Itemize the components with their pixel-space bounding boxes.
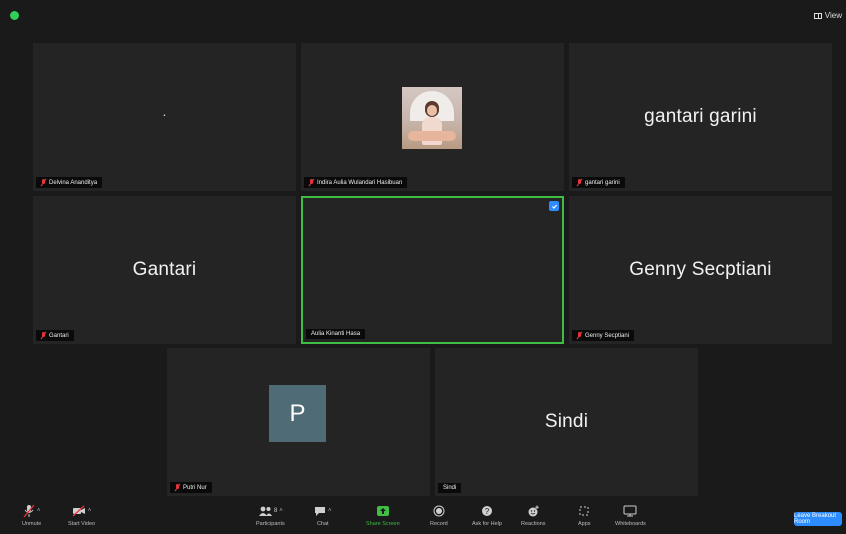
chat-icon	[315, 507, 325, 516]
profile-photo	[402, 87, 462, 149]
start-video-button[interactable]: ˄ Start Video	[68, 504, 95, 527]
participant-display-name: ·	[162, 105, 167, 122]
active-speaker-tile[interactable]: Aulia Kinanti Hasa	[301, 196, 564, 344]
view-button[interactable]: View	[813, 11, 842, 20]
participant-name-tag: Putri Nur	[170, 482, 212, 493]
participants-icon	[258, 506, 272, 516]
whiteboard-icon	[623, 505, 637, 517]
participant-name: Gantari	[49, 332, 69, 339]
record-button[interactable]: Record	[430, 504, 448, 527]
reactions-button[interactable]: Reactions	[521, 504, 545, 527]
participant-tile[interactable]: · Delvina Ananditya	[33, 43, 296, 191]
participant-display-name: Gantari	[132, 259, 197, 280]
participant-tile[interactable]: Indira Aulia Wulandari Hasibuan	[301, 43, 564, 191]
ask-for-help-label: Ask for Help	[472, 521, 502, 527]
microphone-icon	[23, 504, 35, 518]
participant-name-tag: Genny Secptiani	[572, 330, 635, 341]
participant-display-name: Sindi	[544, 411, 589, 432]
participant-name: Putri Nur	[183, 484, 207, 491]
help-icon: ?	[481, 506, 492, 516]
record-icon	[433, 505, 445, 517]
participant-name: Indira Aulia Wulandari Hasibuan	[317, 179, 403, 186]
view-label: View	[824, 11, 842, 20]
participant-name: Aulia Kinanti Hasa	[311, 331, 361, 337]
participant-name-tag: Aulia Kinanti Hasa	[306, 329, 366, 339]
apps-label: Apps	[578, 521, 591, 527]
participant-name: Sindi	[443, 485, 457, 491]
participant-tile[interactable]: Gantari Gantari	[33, 196, 296, 344]
participant-tile[interactable]: P Putri Nur	[167, 348, 430, 496]
mute-mic-icon	[41, 179, 46, 186]
chevron-up-icon[interactable]: ˄	[279, 508, 283, 514]
participant-tile[interactable]: Genny Secptiani Genny Secptiani	[569, 196, 832, 344]
share-screen-label: Share Screen	[366, 521, 400, 527]
reactions-label: Reactions	[521, 521, 546, 527]
share-screen-button[interactable]: Share Screen	[366, 504, 400, 527]
participant-name: gantari garini	[585, 179, 620, 186]
mute-mic-icon	[577, 179, 582, 186]
view-icon	[813, 12, 822, 19]
participant-name-tag: Gantari	[36, 330, 74, 341]
participants-label: Participants	[256, 521, 285, 527]
participants-count: 8	[273, 508, 278, 514]
whiteboards-button[interactable]: Whiteboards	[615, 504, 646, 527]
unmute-label: Unmute	[22, 521, 42, 527]
chevron-up-icon[interactable]: ˄	[328, 508, 332, 514]
unmute-button[interactable]: ˄ Unmute	[22, 504, 41, 527]
chat-label: Chat	[316, 521, 329, 527]
participant-display-name: Genny Secptiani	[629, 259, 772, 280]
participant-tile[interactable]: Sindi Sindi	[435, 348, 698, 496]
chevron-up-icon[interactable]: ˄	[88, 508, 92, 514]
participant-name-tag: gantari garini	[572, 177, 625, 188]
meeting-toolbar: ˄ Unmute ˄ Start Video 8 ˄ Participants …	[0, 502, 846, 534]
whiteboards-label: Whiteboards	[615, 521, 646, 527]
mute-mic-icon	[309, 179, 314, 186]
mute-mic-icon	[577, 332, 582, 339]
apps-icon	[579, 506, 589, 516]
chevron-up-icon[interactable]: ˄	[37, 508, 41, 514]
top-bar: View	[0, 0, 846, 36]
record-label: Record	[430, 521, 448, 527]
participant-display-name: gantari garini	[644, 106, 757, 127]
pin-icon[interactable]	[549, 201, 559, 211]
apps-button[interactable]: Apps	[578, 504, 591, 527]
participant-name: Delvina Ananditya	[49, 179, 98, 186]
reactions-icon	[528, 505, 539, 517]
share-screen-icon	[376, 506, 389, 516]
chat-button[interactable]: ˄ Chat	[314, 504, 332, 527]
participant-name-tag: Indira Aulia Wulandari Hasibuan	[304, 177, 408, 188]
start-video-label: Start Video	[68, 521, 96, 527]
participant-name: Genny Secptiani	[585, 332, 630, 339]
svg-text:?: ?	[485, 507, 490, 516]
participant-tile[interactable]: gantari garini gantari garini	[569, 43, 832, 191]
mute-mic-icon	[175, 484, 180, 491]
security-shield-icon[interactable]	[10, 11, 19, 20]
mute-mic-icon	[41, 332, 46, 339]
letter-avatar: P	[269, 385, 326, 442]
participants-button[interactable]: 8 ˄ Participants	[256, 504, 285, 527]
video-camera-icon	[72, 505, 85, 517]
ask-for-help-button[interactable]: ? Ask for Help	[472, 504, 502, 527]
leave-breakout-room-button[interactable]: Leave Breakout Room	[794, 512, 842, 526]
participant-name-tag: Sindi	[438, 483, 462, 493]
participant-name-tag: Delvina Ananditya	[36, 177, 103, 188]
